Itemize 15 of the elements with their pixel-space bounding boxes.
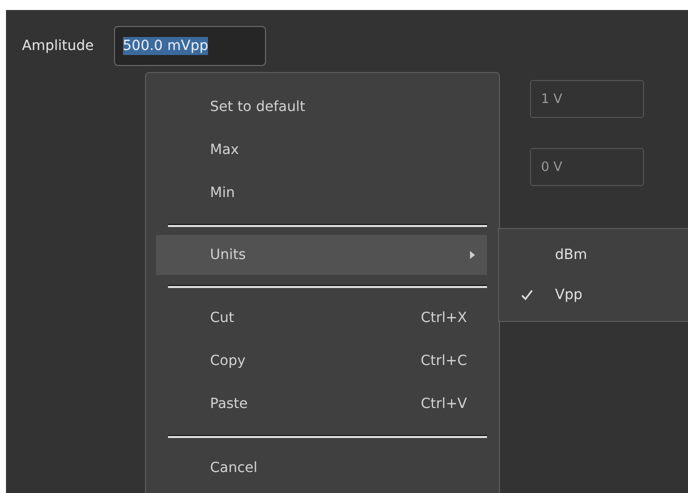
amplitude-label: Amplitude bbox=[22, 38, 94, 54]
menu-item[interactable]: Copy Ctrl+C bbox=[146, 339, 491, 382]
menu-item[interactable]: Cancel bbox=[146, 446, 491, 489]
menu-item[interactable]: Min bbox=[146, 171, 491, 214]
submenu-arrow-icon bbox=[470, 251, 475, 259]
value-field[interactable]: 1 V bbox=[530, 80, 644, 118]
submenu-item[interactable]: Vpp bbox=[499, 275, 688, 315]
amplitude-input[interactable]: 500.0 mVpp bbox=[114, 26, 266, 66]
menu-item[interactable]: Set to default bbox=[146, 85, 491, 128]
menu-item[interactable]: Units bbox=[156, 235, 487, 275]
menu-item[interactable]: Paste Ctrl+V bbox=[146, 382, 491, 425]
submenu-item[interactable]: dBm bbox=[499, 235, 688, 275]
value-field[interactable]: 0 V bbox=[530, 148, 644, 186]
menu-item[interactable]: Cut Ctrl+X bbox=[146, 296, 491, 339]
menu-item[interactable]: Max bbox=[146, 128, 491, 171]
